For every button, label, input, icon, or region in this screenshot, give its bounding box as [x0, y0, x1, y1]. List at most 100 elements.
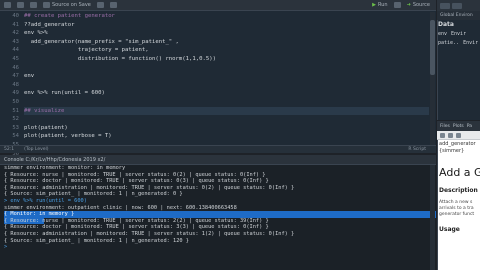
help-content: add_generator {simmer} Add a Ge Descript…	[439, 141, 480, 233]
variable-name: patie..	[438, 40, 460, 46]
back-icon[interactable]	[440, 132, 445, 138]
tab-environment[interactable]	[440, 2, 450, 9]
variable-name: env	[438, 31, 448, 37]
line-number-gutter: 4041424344454647484950515253545556	[0, 12, 22, 157]
code-line: ??add_generator	[24, 21, 75, 28]
source-on-save-checkbox[interactable]: Source on Save	[43, 2, 91, 8]
run-arrow-icon: ▶	[372, 2, 377, 8]
run-label: Run	[378, 2, 388, 8]
chunk-indicator[interactable]: (Top Level)	[24, 147, 48, 152]
source-arrow-icon: ➜	[406, 2, 411, 8]
line-number: 48	[12, 81, 19, 88]
code-line: env %>%	[24, 30, 48, 37]
line-number: 49	[12, 90, 19, 97]
environment-tabs	[437, 0, 480, 11]
help-description-text: Attach a new s arrivals to a tra generat…	[439, 200, 480, 218]
help-function-name: add_generator {simmer}	[439, 141, 480, 154]
variable-value: Envir	[451, 31, 467, 37]
back-icon[interactable]	[4, 2, 11, 8]
console-line: { Resource: administration | monitored: …	[4, 230, 295, 237]
code-line: plot(patient)	[24, 124, 68, 131]
tab-plots[interactable]: Plots	[453, 124, 464, 129]
help-function: add_generator	[439, 141, 476, 147]
help-toolbar	[437, 131, 480, 140]
line-number: 44	[12, 47, 19, 54]
console-line: { Resource: doctor | monitored: TRUE | s…	[4, 224, 269, 231]
search-icon[interactable]	[96, 2, 104, 8]
line-number: 43	[12, 38, 19, 45]
cursor-position: 52:1	[4, 147, 15, 152]
forward-icon[interactable]	[448, 132, 453, 138]
code-line: add_generator(name_prefix = "sim_patient…	[24, 38, 179, 45]
console-line: simmer environment: outpatient clinic | …	[4, 204, 237, 211]
editor-status-bar: 52:1 (Top Level) R Script	[0, 145, 436, 153]
code-line: ## create patient generator	[24, 13, 115, 19]
console-line: { Resource: nurse | monitored: TRUE | se…	[4, 217, 436, 225]
tab-files[interactable]: Files	[440, 124, 450, 129]
code-line: trajectory = patient,	[24, 47, 149, 54]
console-header: Console C:/Kr/Lv/Hhp/Cdonesia 2019 x2/	[0, 155, 436, 165]
line-number: 54	[12, 133, 19, 140]
environment-row[interactable]: env Envir	[438, 30, 480, 39]
console-line: { Source: sim_patient_ | monitored: 1 | …	[4, 237, 189, 244]
line-number: 52	[12, 116, 19, 123]
line-number: 47	[12, 73, 19, 80]
data-section-title: Data	[438, 21, 454, 28]
line-number: 50	[12, 98, 19, 105]
tab-packages[interactable]: Pa	[467, 124, 472, 129]
line-number: 41	[12, 21, 19, 28]
file-type-indicator[interactable]: R Script	[408, 147, 426, 152]
rerun-icon	[393, 2, 401, 8]
console-line: { Source: sim_patient_ | monitored: 1 | …	[4, 191, 183, 198]
line-number: 46	[12, 64, 19, 71]
console-line: { Resource: administration | monitored: …	[4, 184, 295, 191]
line-number: 53	[12, 124, 19, 131]
environment-selector[interactable]: Global Environ	[437, 11, 480, 20]
console-output[interactable]: simmer environment: monitor: in memory{ …	[0, 165, 436, 270]
source-on-save-label: Source on Save	[52, 2, 91, 8]
environment-row[interactable]: patie.. Envir	[438, 39, 480, 48]
code-line: distribution = function() rnorm(1,1,0.5)…	[24, 55, 216, 62]
help-package: {simmer}	[439, 147, 465, 154]
home-icon[interactable]	[456, 132, 461, 138]
help-text-line: generator funct	[439, 212, 475, 217]
code-line: plot(patient, verbose = T)	[24, 133, 112, 140]
line-number: 40	[12, 13, 19, 19]
help-title: Add a Ge	[439, 166, 480, 179]
save-icon[interactable]	[30, 2, 37, 8]
source-button[interactable]: ➜ Source	[407, 2, 430, 8]
console-line: simmer environment: monitor: in memory	[4, 165, 126, 171]
environment-selector-label: Global Environ	[440, 13, 473, 18]
console-scrollbar[interactable]	[430, 165, 435, 270]
rerun-button[interactable]	[393, 2, 401, 8]
editor-toolbar: Source on Save ▶ Run ➜ Source	[0, 0, 436, 11]
console-line: { Monitor: in memory }	[4, 211, 436, 218]
line-number: 45	[12, 55, 19, 62]
source-label: Source	[412, 2, 430, 8]
variable-value: Envir	[463, 40, 479, 46]
checkbox-icon	[43, 2, 50, 8]
wand-icon[interactable]	[109, 2, 117, 8]
environment-list: env Envir patie.. Envir	[438, 30, 480, 48]
code-line: ## visualize	[24, 106, 429, 116]
code-area[interactable]: ## create patient generator ??add_generat…	[24, 12, 429, 152]
help-description-heading: Description	[439, 187, 478, 194]
forward-icon[interactable]	[17, 2, 24, 8]
console-line: { Resource: nurse | monitored: TRUE | se…	[4, 171, 266, 178]
console-title[interactable]: Console C:/Kr/Lv/Hhp/Cdonesia 2019 x2/	[4, 157, 105, 163]
console-line: { Resource: doctor | monitored: TRUE | s…	[4, 178, 269, 185]
help-usage-heading: Usage	[439, 226, 460, 233]
code-line: env	[24, 73, 35, 80]
tab-history[interactable]	[452, 2, 462, 9]
editor-scrollbar-thumb[interactable]	[430, 20, 435, 75]
console-line: >	[4, 244, 8, 251]
line-number: 51	[12, 107, 19, 114]
console-line: > env %>% run(until = 600)	[4, 197, 87, 204]
run-button[interactable]: ▶ Run	[372, 2, 387, 8]
line-number: 42	[12, 30, 19, 37]
help-pane-tabs: Files Plots Pa	[437, 121, 480, 131]
